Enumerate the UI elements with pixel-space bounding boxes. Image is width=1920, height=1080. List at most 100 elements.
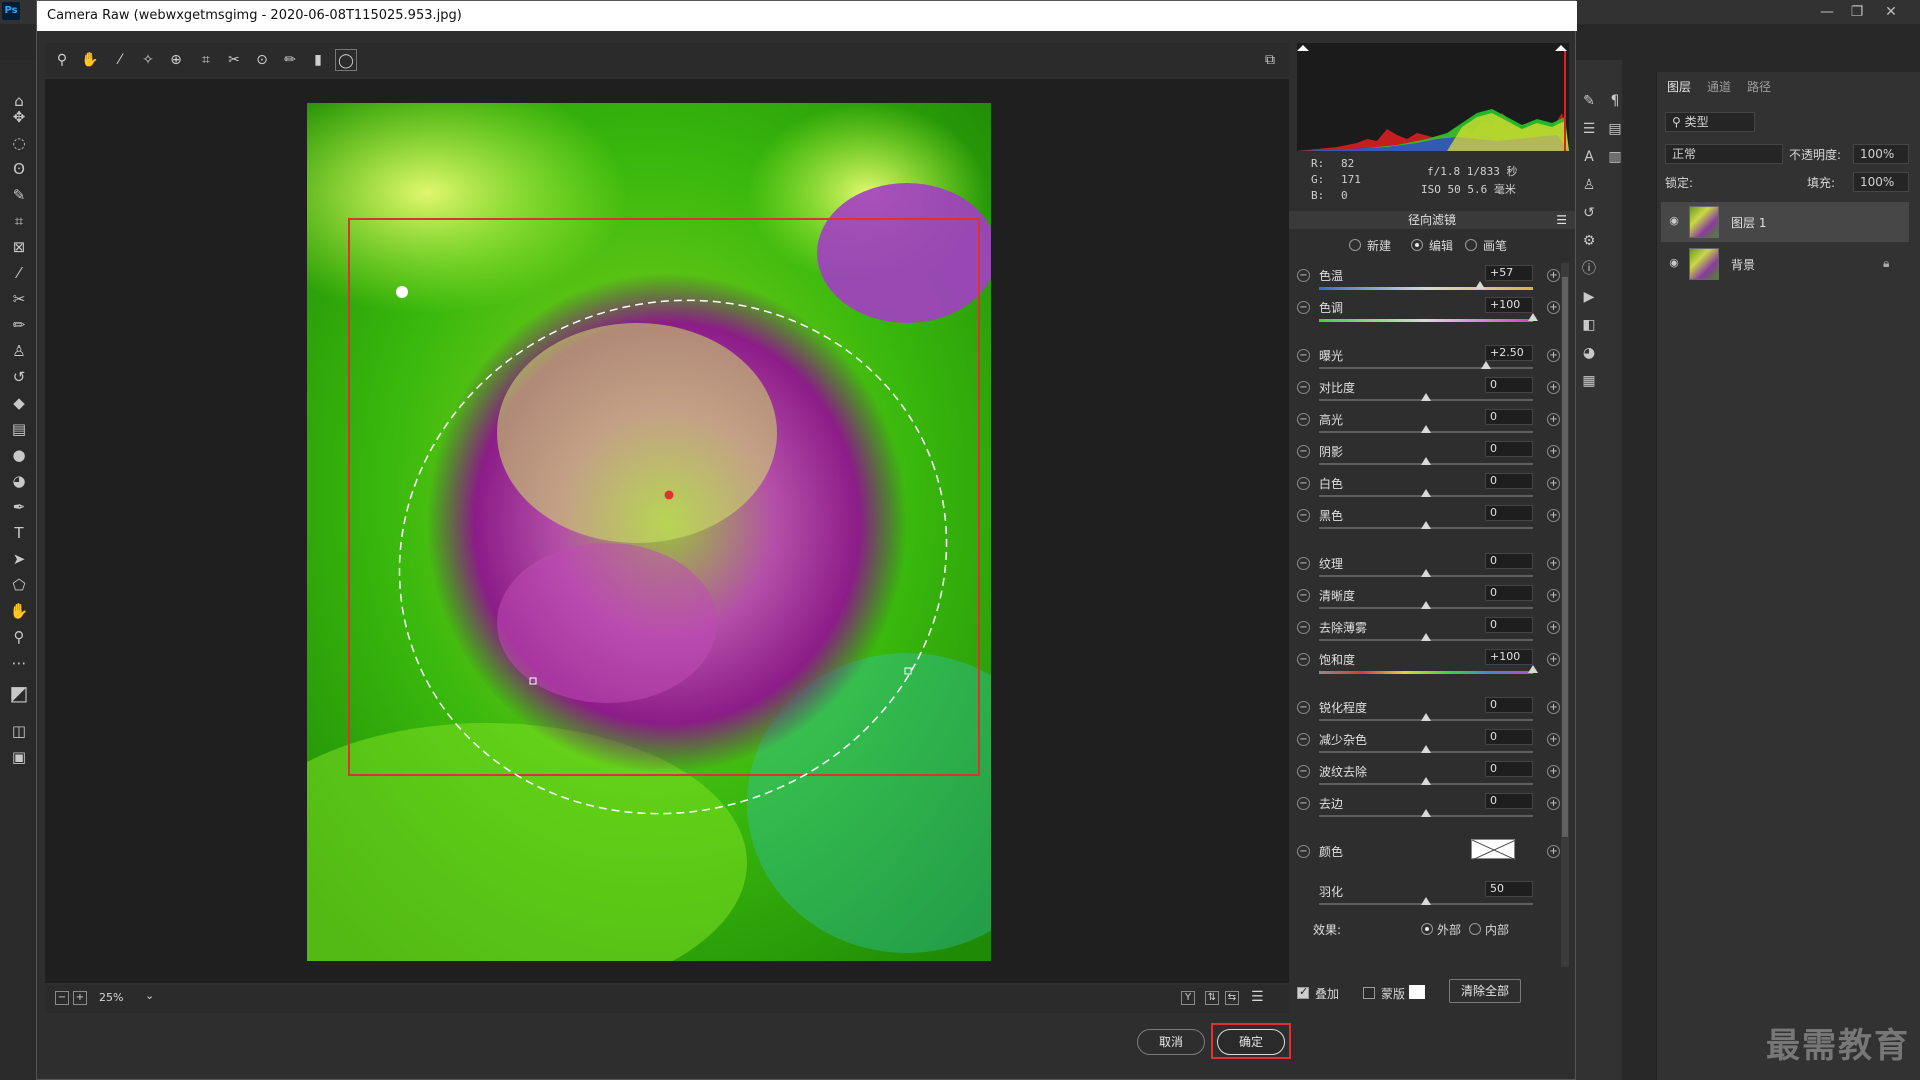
filter-center-pin[interactable] <box>664 490 674 500</box>
slider-value-field[interactable]: 0 <box>1485 553 1533 569</box>
screen-mode-icon[interactable]: ▣ <box>8 746 30 768</box>
slider-value-field[interactable]: 0 <box>1485 793 1533 809</box>
before-after-icon[interactable]: Y <box>1181 991 1195 1005</box>
slider-thumb[interactable] <box>1421 601 1431 609</box>
tab-layers[interactable]: 图层 <box>1667 78 1691 95</box>
increase-icon[interactable]: + <box>1547 413 1560 426</box>
slider-value-field[interactable]: 0 <box>1485 617 1533 633</box>
decrease-icon[interactable]: − <box>1297 701 1310 714</box>
increase-icon[interactable]: + <box>1547 589 1560 602</box>
cancel-button[interactable]: 取消 <box>1137 1029 1205 1055</box>
effect-outer-radio[interactable] <box>1421 923 1433 935</box>
slider-value-field[interactable]: 0 <box>1485 409 1533 425</box>
filter-handle[interactable] <box>396 286 408 298</box>
type-tool-icon[interactable]: T <box>8 522 30 544</box>
slider-value-field[interactable]: 0 <box>1485 697 1533 713</box>
decrease-icon[interactable]: − <box>1297 301 1310 314</box>
close-button[interactable]: ✕ <box>1876 0 1906 24</box>
increase-icon[interactable]: + <box>1547 845 1560 858</box>
slider-value-field[interactable]: +57 <box>1485 265 1533 281</box>
slider-thumb[interactable] <box>1528 313 1538 321</box>
tab-paths[interactable]: 路径 <box>1747 78 1771 95</box>
color-picker-swatch[interactable] <box>1471 839 1517 861</box>
fullscreen-icon[interactable]: ⧉ <box>1259 49 1281 71</box>
zoom-in-button[interactable]: + <box>73 991 87 1005</box>
mode-new-radio[interactable] <box>1349 239 1361 251</box>
eraser-icon[interactable]: ◆ <box>8 392 30 414</box>
quick-select-icon[interactable]: ✎ <box>8 184 30 206</box>
increase-icon[interactable]: + <box>1547 733 1560 746</box>
slider-thumb[interactable] <box>1528 665 1538 673</box>
decrease-icon[interactable]: − <box>1297 653 1310 666</box>
eyedropper-icon[interactable]: ⁄ <box>8 262 30 284</box>
radial-filter-icon[interactable]: ◯ <box>335 49 357 71</box>
color-sampler-icon[interactable]: ✧ <box>137 49 159 71</box>
feather-thumb[interactable] <box>1421 897 1431 905</box>
tab-channels[interactable]: 通道 <box>1707 78 1731 95</box>
slider-thumb[interactable] <box>1480 361 1491 369</box>
shape-tool-icon[interactable]: ⬠ <box>8 574 30 596</box>
fill-field[interactable]: 100% <box>1853 172 1909 192</box>
increase-icon[interactable]: + <box>1547 381 1560 394</box>
path-select-icon[interactable]: ➤ <box>8 548 30 570</box>
ok-button[interactable]: 确定 <box>1217 1029 1285 1055</box>
history-icon[interactable]: ↺ <box>1578 202 1600 224</box>
layers-comp-icon[interactable]: ▤ <box>1604 118 1626 140</box>
slider-value-field[interactable]: 0 <box>1485 505 1533 521</box>
increase-icon[interactable]: + <box>1547 509 1560 522</box>
increase-icon[interactable]: + <box>1547 557 1560 570</box>
adjustments-icon[interactable]: ☰ <box>1578 118 1600 140</box>
targeted-adjust-icon[interactable]: ⊕ <box>165 49 187 71</box>
stamp-tool-icon[interactable]: ♙ <box>8 340 30 362</box>
hand-icon[interactable]: ✋ <box>79 49 101 71</box>
preview-prefs-icon[interactable]: ☰ <box>1251 989 1264 1005</box>
lasso-tool-icon[interactable]: ʘ <box>8 158 30 180</box>
healing-icon[interactable]: ✂ <box>8 288 30 310</box>
restore-button[interactable]: ❐ <box>1842 0 1872 24</box>
slider-track[interactable] <box>1319 671 1533 674</box>
brush-tool-icon[interactable]: ✏ <box>8 314 30 336</box>
increase-icon[interactable]: + <box>1547 701 1560 714</box>
increase-icon[interactable]: + <box>1547 653 1560 666</box>
decrease-icon[interactable]: − <box>1297 445 1310 458</box>
copy-settings-icon[interactable]: ⇆ <box>1225 991 1239 1005</box>
slider-thumb[interactable] <box>1421 745 1431 753</box>
slider-value-field[interactable]: 0 <box>1485 473 1533 489</box>
slider-value-field[interactable]: 0 <box>1485 441 1533 457</box>
decrease-icon[interactable]: − <box>1297 413 1310 426</box>
zoom-level[interactable]: 25% <box>99 991 123 1004</box>
increase-icon[interactable]: + <box>1547 269 1560 282</box>
slider-value-field[interactable]: 0 <box>1485 729 1533 745</box>
table-icon[interactable]: ▦ <box>1578 370 1600 392</box>
gradient-icon[interactable]: ▤ <box>8 418 30 440</box>
mask-color-swatch[interactable] <box>1409 985 1425 999</box>
layer-filter-select[interactable]: ⚲ 类型 <box>1665 112 1755 132</box>
decrease-icon[interactable]: − <box>1297 621 1310 634</box>
slider-thumb[interactable] <box>1421 489 1431 497</box>
slider-value-field[interactable]: +2.50 <box>1485 345 1533 361</box>
white-balance-icon[interactable]: ⁄ <box>109 49 131 71</box>
feather-value-field[interactable]: 50 <box>1485 881 1533 897</box>
decrease-icon[interactable]: − <box>1297 589 1310 602</box>
decrease-icon[interactable]: − <box>1297 845 1310 858</box>
decrease-icon[interactable]: − <box>1297 733 1310 746</box>
info-icon[interactable]: ⓘ <box>1578 258 1600 280</box>
dodge-icon[interactable]: ◕ <box>8 470 30 492</box>
slider-thumb[interactable] <box>1421 521 1431 529</box>
character-icon[interactable]: A <box>1578 146 1600 168</box>
paragraph-icon[interactable]: ¶ <box>1604 90 1626 112</box>
effect-inner-radio[interactable] <box>1469 923 1481 935</box>
slider-track[interactable] <box>1319 367 1533 369</box>
zoom-out-button[interactable]: − <box>55 991 69 1005</box>
opacity-field[interactable]: 100% <box>1853 144 1909 164</box>
graduated-filter-icon[interactable]: ▮ <box>307 49 329 71</box>
slider-thumb[interactable] <box>1421 393 1431 401</box>
slider-thumb[interactable] <box>1421 777 1431 785</box>
hand-tool-icon[interactable]: ✋ <box>8 600 30 622</box>
decrease-icon[interactable]: − <box>1297 557 1310 570</box>
red-eye-icon[interactable]: ⊙ <box>251 49 273 71</box>
minimize-button[interactable]: — <box>1812 0 1842 24</box>
blend-mode-select[interactable]: 正常 <box>1665 144 1783 164</box>
slider-track[interactable] <box>1319 319 1533 322</box>
eye-icon[interactable]: ◉ <box>1667 256 1681 270</box>
